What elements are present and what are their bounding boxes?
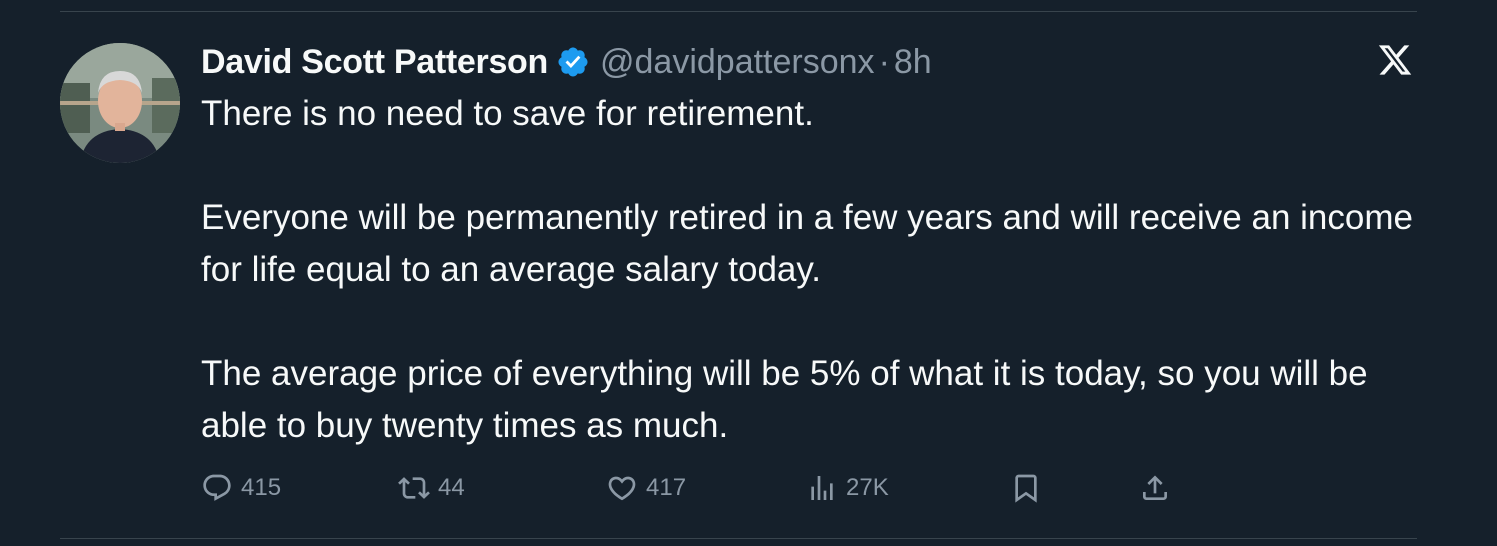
repost-count: 44 [438,474,465,501]
reply-button[interactable]: 415 [201,468,281,508]
bookmark-button[interactable] [1010,468,1042,508]
heart-icon [608,476,636,501]
views-count: 27K [846,474,889,501]
bookmark-icon [1015,474,1037,503]
like-count: 417 [646,474,687,501]
avatar[interactable] [60,43,180,163]
share-icon [1143,475,1167,500]
views-icon [811,476,833,500]
like-button[interactable]: 417 [606,468,686,508]
bottom-divider [60,538,1417,539]
views-button[interactable]: 27K [806,468,889,508]
tweet-paragraph: Everyone will be permanently retired in … [201,198,1413,289]
author-name[interactable]: David Scott Patterson [201,43,548,82]
tweet-header: David Scott Patterson @davidpattersonx ·… [201,40,932,84]
reply-icon [203,474,231,501]
tweet-paragraph: There is no need to save for retirement. [201,94,814,133]
top-divider [60,11,1417,12]
tweet-screenshot: David Scott Patterson @davidpattersonx ·… [0,0,1497,546]
x-logo-icon [1376,42,1414,78]
reply-count: 415 [241,474,282,501]
action-bar: 415 44 417 27K [0,468,1497,508]
separator-dot: · [878,42,890,81]
share-button[interactable] [1139,468,1171,508]
avatar-image [60,43,180,163]
timestamp[interactable]: 8h [894,43,932,82]
tweet-body: There is no need to save for retirement.… [201,88,1431,452]
repost-button[interactable]: 44 [398,468,465,508]
tweet-paragraph: The average price of everything will be … [201,354,1368,445]
author-handle[interactable]: @davidpattersonx [600,43,875,82]
repost-icon [398,477,430,499]
verified-badge-icon [556,45,590,79]
